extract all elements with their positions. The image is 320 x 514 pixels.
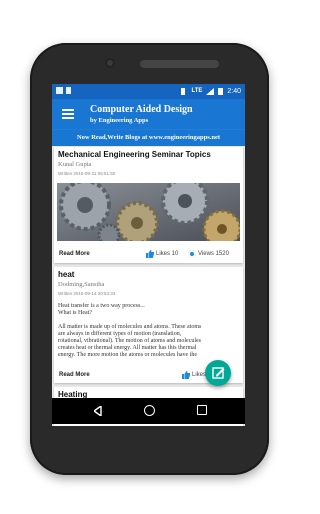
edit-icon (212, 367, 225, 379)
excerpt-line: Heat transfer is a two way process... (58, 303, 145, 309)
post-title[interactable]: Mechanical Engineering Seminar Topics (58, 150, 211, 159)
read-more-button[interactable]: Read More (59, 372, 90, 378)
post-date: Written 2016-09-14 20:53:34 (58, 291, 116, 296)
thumbs-up-icon (146, 250, 154, 258)
signal-icon (206, 87, 215, 95)
post-author: Dodming,Sanstha (58, 281, 105, 288)
thumbs-up-icon (182, 371, 190, 379)
status-bar: LTE 2:40 (52, 84, 245, 99)
post-author: Kunal Gupta (58, 161, 92, 168)
recent-apps-icon[interactable] (197, 405, 207, 415)
sd-icon (66, 87, 71, 94)
views-indicator: Views 1520 (188, 250, 229, 258)
network-type: LTE (191, 88, 203, 94)
excerpt-line: What is Heat? (58, 310, 92, 316)
excerpt-line: rotational, vibrational). The motion of … (58, 338, 202, 344)
home-icon[interactable] (144, 405, 155, 416)
post-date: Written 2016-09-31 05:51:50 (58, 171, 116, 176)
post-title[interactable]: heat (58, 270, 74, 279)
write-post-button[interactable] (205, 360, 231, 386)
earpiece-speaker (140, 60, 219, 68)
app-subtitle: by Engineering Apps (90, 117, 149, 124)
excerpt-line: creates heat or thermal energy. All matt… (58, 345, 197, 351)
status-time: 2:40 (227, 87, 241, 95)
blog-banner[interactable]: Now Read,Write Blogs at www.engineeringa… (52, 129, 245, 146)
vibrate-icon (181, 87, 186, 95)
back-icon[interactable] (94, 406, 102, 416)
excerpt-line: energy. The more motion the atoms or mol… (58, 352, 198, 358)
post-actions: Read More Likes 10 Views 1520 (54, 246, 243, 262)
post-image[interactable] (57, 183, 240, 241)
hamburger-icon[interactable] (62, 109, 74, 119)
views-count: Views 1520 (198, 251, 229, 257)
gears-image (57, 183, 240, 241)
app-screen: LTE 2:40 Computer Aided Design by Engine… (52, 84, 245, 426)
system-nav-bar (52, 398, 245, 424)
excerpt-line: All matter is made up of molecules and a… (58, 324, 202, 330)
post-card[interactable]: Mechanical Engineering Seminar Topics Ku… (54, 147, 243, 263)
read-more-button[interactable]: Read More (59, 251, 90, 257)
notification-icon (56, 87, 63, 94)
post-excerpt: Heat transfer is a two way process... Wh… (58, 303, 238, 359)
front-camera (105, 58, 115, 68)
excerpt-line (58, 317, 238, 324)
likes-count: Likes 10 (156, 251, 179, 257)
eye-icon (188, 250, 196, 258)
like-button[interactable]: Likes 10 (146, 250, 178, 258)
battery-icon (218, 88, 224, 95)
app-bar: Computer Aided Design by Engineering App… (52, 99, 245, 129)
excerpt-line: are always in different types of motion … (58, 331, 182, 337)
app-title: Computer Aided Design (90, 104, 193, 115)
